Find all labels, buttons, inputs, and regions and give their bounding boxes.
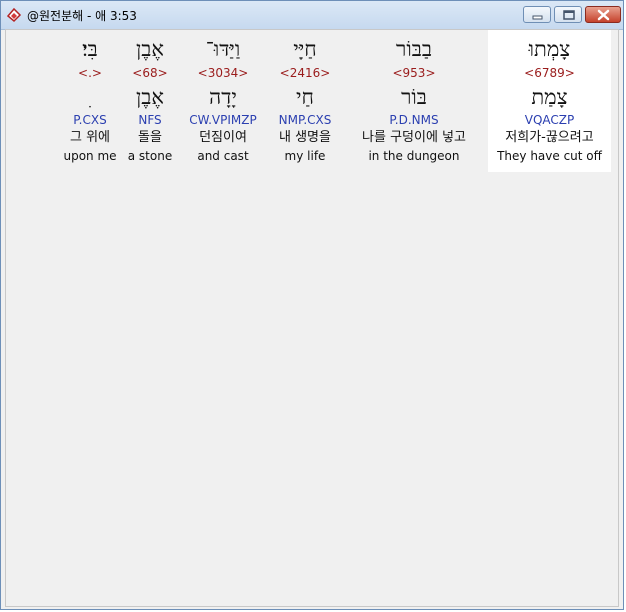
english-gloss: They have cut off: [497, 149, 602, 163]
strong-number[interactable]: <68>: [122, 66, 178, 80]
word-column-4[interactable]: וַיַּדּוּ־ <3034> יָדָה CW.VPIMZP 던짐이여 a…: [182, 30, 264, 172]
english-gloss: my life: [284, 149, 326, 163]
english-gloss: in the dungeon: [368, 149, 460, 163]
parse-code: NMP.CXS: [278, 113, 332, 127]
word-column-1[interactable]: צָמְתוּ <6789> צָמַת VQACZP 저희가-끊으려고 The…: [488, 30, 611, 172]
word-column-5[interactable]: אֶבֶן <68> אֶבֶן NFS 돌을 a stone: [122, 30, 178, 172]
hebrew-lemma: צָמַת: [531, 85, 568, 109]
maximize-icon: [563, 10, 575, 20]
hebrew-word: בִּי׃: [82, 37, 98, 61]
hebrew-lemma: ִ: [60, 84, 120, 110]
parse-code: CW.VPIMZP: [189, 113, 257, 127]
strong-number[interactable]: <.>: [60, 66, 120, 80]
parse-code: NFS: [138, 113, 162, 127]
hebrew-lemma: בּוֹר: [401, 85, 427, 109]
maximize-button[interactable]: [554, 6, 582, 23]
korean-gloss: 그 위에: [69, 130, 110, 145]
app-icon: [6, 7, 22, 23]
hebrew-word: בַבּוֹר: [396, 37, 432, 61]
hebrew-word: חַיָּי: [293, 37, 317, 61]
interlinear-panel: צָמְתוּ <6789> צָמַת VQACZP 저희가-끊으려고 The…: [5, 29, 619, 607]
parse-code: P.CXS: [73, 113, 107, 127]
hebrew-word: צָמְתוּ: [528, 37, 571, 61]
korean-gloss: 내 생명을: [279, 130, 331, 145]
strong-number[interactable]: <3034>: [182, 66, 264, 80]
hebrew-lemma: חַי: [296, 85, 314, 109]
hebrew-word: אֶבֶן: [135, 37, 165, 61]
korean-gloss: 던짐이여: [199, 130, 247, 145]
hebrew-lemma: אֶבֶן: [135, 85, 165, 109]
title-bar[interactable]: @원전분해 - 애 3:53: [1, 1, 623, 30]
minimize-icon: [532, 15, 543, 20]
word-column-6[interactable]: בִּי׃ <.> ִ P.CXS 그 위에 upon me: [60, 30, 120, 172]
english-gloss: a stone: [127, 149, 173, 163]
app-window: @원전분해 - 애 3:53 צָמְתוּ <6789> צָמַת VQAC…: [0, 0, 624, 610]
hebrew-word: וַיַּדּוּ־: [205, 37, 241, 61]
strong-number[interactable]: <6789>: [488, 66, 611, 80]
strong-number[interactable]: <953>: [344, 66, 484, 80]
korean-gloss: 나를 구덩이에 넣고: [362, 130, 466, 145]
english-gloss: and cast: [197, 149, 249, 163]
close-icon: [597, 9, 610, 21]
english-gloss: upon me: [63, 149, 117, 163]
word-column-3[interactable]: חַיָּי <2416> חַי NMP.CXS 내 생명을 my life: [266, 30, 344, 172]
window-title: @원전분해 - 애 3:53: [27, 9, 137, 23]
korean-gloss: 돌을: [138, 130, 162, 145]
hebrew-lemma: יָדָה: [209, 85, 237, 109]
parse-code: VQACZP: [524, 113, 575, 127]
word-column-2[interactable]: בַבּוֹר <953> בּוֹר P.D.NMS 나를 구덩이에 넣고 i…: [344, 30, 484, 172]
close-button[interactable]: [585, 6, 621, 23]
strong-number[interactable]: <2416>: [266, 66, 344, 80]
minimize-button[interactable]: [523, 6, 551, 23]
parse-code: P.D.NMS: [389, 113, 439, 127]
korean-gloss: 저희가-끊으려고: [505, 130, 594, 145]
